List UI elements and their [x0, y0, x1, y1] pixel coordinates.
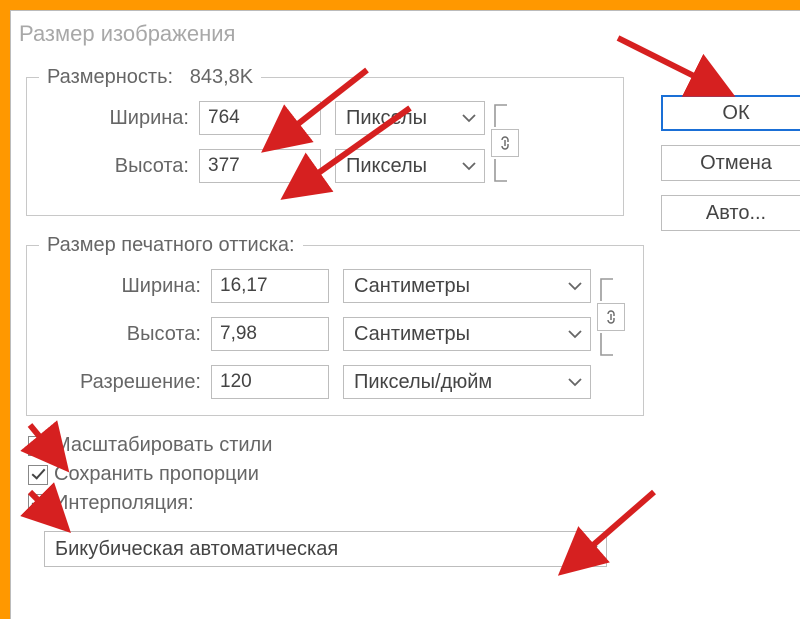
chevron-down-icon	[568, 378, 582, 387]
chevron-down-icon	[584, 545, 598, 554]
chevron-down-icon	[568, 330, 582, 339]
resolution-unit-value: Пикселы/дюйм	[354, 371, 492, 394]
chevron-down-icon	[462, 114, 476, 123]
chevron-down-icon	[568, 282, 582, 291]
print-height-unit-select[interactable]: Сантиметры	[343, 317, 591, 351]
dimensions-size-value: 843,8K	[190, 66, 253, 88]
width-unit-select[interactable]: Пикселы	[335, 101, 485, 135]
link-icon	[604, 309, 618, 325]
print-width-unit-value: Сантиметры	[354, 275, 470, 298]
preserve-aspect-checkbox[interactable]	[28, 465, 48, 485]
print-width-unit-select[interactable]: Сантиметры	[343, 269, 591, 303]
cancel-button-label: Отмена	[700, 152, 772, 175]
dimensions-legend-text: Размерность:	[47, 66, 173, 88]
cancel-button[interactable]: Отмена	[661, 145, 800, 181]
ok-button[interactable]: ОК	[661, 95, 800, 131]
print-height-unit-value: Сантиметры	[354, 323, 470, 346]
scale-styles-row: Масштабировать стили	[28, 434, 800, 457]
print-height-input[interactable]	[211, 317, 329, 351]
ok-button-label: ОК	[722, 102, 749, 125]
scale-styles-checkbox[interactable]	[28, 436, 48, 456]
print-link	[591, 269, 631, 365]
resolution-input[interactable]	[211, 365, 329, 399]
height-unit-select[interactable]: Пикселы	[335, 149, 485, 183]
dialog-buttons: ОК Отмена Авто...	[661, 95, 800, 231]
height-unit-value: Пикселы	[346, 155, 427, 178]
resolution-unit-select[interactable]: Пикселы/дюйм	[343, 365, 591, 399]
chevron-down-icon	[462, 162, 476, 171]
resolution-label: Разрешение:	[39, 371, 211, 394]
link-icon	[498, 135, 512, 151]
auto-button[interactable]: Авто...	[661, 195, 800, 231]
scale-styles-label: Масштабировать стили	[54, 434, 272, 457]
interpolation-method-select[interactable]: Бикубическая автоматическая	[44, 531, 607, 567]
print-constrain-button[interactable]	[597, 303, 625, 331]
width-input[interactable]	[199, 101, 321, 135]
width-unit-value: Пикселы	[346, 107, 427, 130]
interpolation-row: Интерполяция:	[28, 492, 800, 515]
interpolation-label: Интерполяция:	[54, 492, 194, 515]
print-size-group: Размер печатного оттиска: Ширина: Сантим…	[26, 234, 644, 416]
height-label: Высота:	[39, 155, 199, 178]
interpolation-method-value: Бикубическая автоматическая	[55, 538, 338, 561]
preserve-aspect-label: Сохранить пропорции	[54, 463, 259, 486]
dimensions-link	[485, 101, 525, 185]
print-width-label: Ширина:	[39, 275, 211, 298]
interpolation-checkbox[interactable]	[28, 494, 48, 514]
print-width-input[interactable]	[211, 269, 329, 303]
print-size-legend: Размер печатного оттиска:	[39, 234, 303, 257]
print-height-label: Высота:	[39, 323, 211, 346]
image-size-dialog: Размер изображения Размерность: 843,8K Ш…	[10, 10, 800, 619]
auto-button-label: Авто...	[706, 202, 766, 225]
width-label: Ширина:	[39, 107, 199, 130]
preserve-aspect-row: Сохранить пропорции	[28, 463, 800, 486]
dialog-title: Размер изображения	[19, 21, 235, 47]
constrain-proportions-button[interactable]	[491, 129, 519, 157]
height-input[interactable]	[199, 149, 321, 183]
pixel-dimensions-legend: Размерность: 843,8K	[39, 66, 261, 89]
pixel-dimensions-group: Размерность: 843,8K Ширина: Пикселы Высо…	[26, 66, 624, 216]
